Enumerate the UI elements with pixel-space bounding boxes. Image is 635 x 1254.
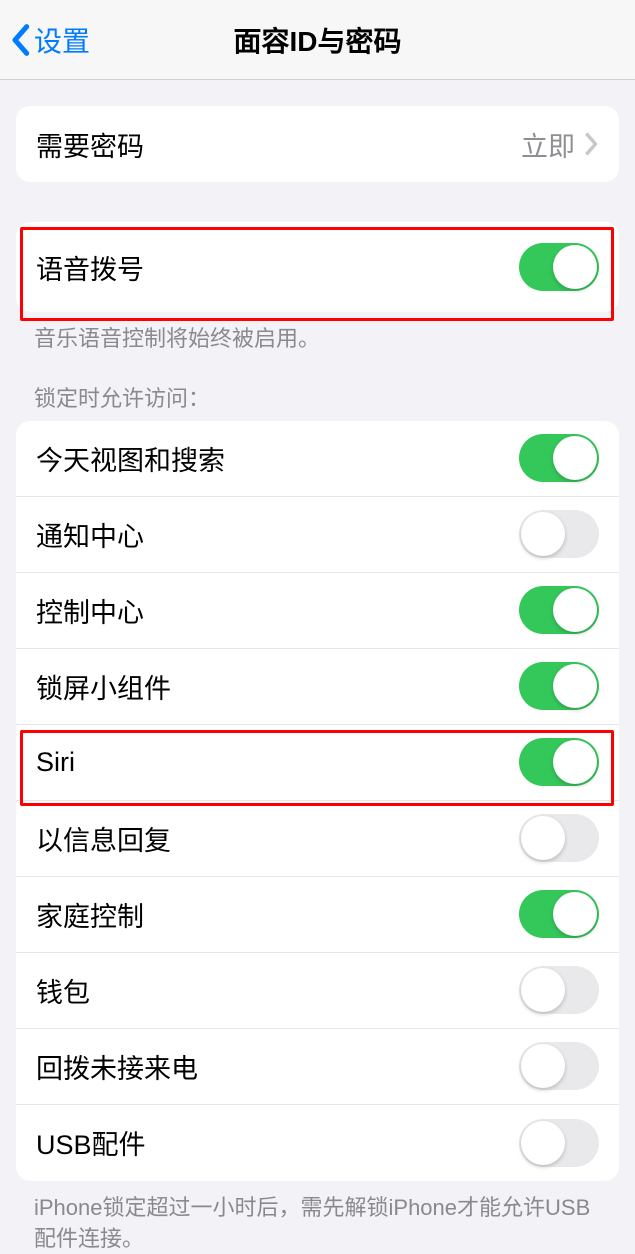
row-voice-dial: 语音拨号 (16, 222, 619, 312)
locked-item-label: 钱包 (36, 971, 90, 1010)
group-locked-access: 今天视图和搜索通知中心控制中心锁屏小组件 Siri 以信息回复家庭控制钱包回拨未接来… (16, 421, 619, 1181)
require-passcode-label: 需要密码 (36, 125, 144, 164)
toggle-knob (553, 664, 597, 708)
back-label: 设置 (34, 20, 90, 60)
locked-item-toggle[interactable] (519, 1119, 599, 1167)
locked-item-label: 通知中心 (36, 515, 144, 554)
locked-item-toggle[interactable] (519, 1042, 599, 1090)
toggle-knob (521, 816, 565, 860)
row-locked-item: 家庭控制 (16, 877, 619, 953)
locked-item-label: Siri (36, 747, 75, 778)
chevron-right-icon (585, 132, 599, 156)
toggle-knob (553, 436, 597, 480)
row-locked-item: 锁屏小组件 (16, 649, 619, 725)
require-passcode-value-group: 立即 (521, 125, 599, 164)
locked-item-toggle[interactable] (519, 434, 599, 482)
toggle-knob (553, 588, 597, 632)
toggle-knob (553, 892, 597, 936)
back-button[interactable]: 设置 (0, 20, 90, 60)
row-locked-item: 控制中心 (16, 573, 619, 649)
locked-item-label: 今天视图和搜索 (36, 439, 225, 478)
locked-item-label: USB配件 (36, 1123, 146, 1162)
voice-dial-label: 语音拨号 (36, 248, 144, 287)
row-locked-item: 回拨未接来电 (16, 1029, 619, 1105)
row-locked-item: 钱包 (16, 953, 619, 1029)
toggle-knob (553, 245, 597, 289)
voice-dial-footer: 音乐语音控制将始终被启用。 (0, 312, 635, 355)
locked-item-toggle[interactable] (519, 662, 599, 710)
group-voice-dial: 语音拨号 (16, 222, 619, 312)
locked-item-toggle[interactable] (519, 966, 599, 1014)
row-locked-item: 以信息回复 (16, 801, 619, 877)
toggle-knob (521, 968, 565, 1012)
row-require-passcode[interactable]: 需要密码 立即 (16, 106, 619, 182)
toggle-knob (521, 512, 565, 556)
locked-item-label: 以信息回复 (36, 819, 171, 858)
locked-item-toggle[interactable] (519, 814, 599, 862)
require-passcode-value: 立即 (521, 125, 575, 164)
row-locked-item: USB配件 (16, 1105, 619, 1181)
locked-item-label: 家庭控制 (36, 895, 144, 934)
group-require-passcode: 需要密码 立即 (16, 106, 619, 182)
locked-item-label: 控制中心 (36, 591, 144, 630)
locked-item-toggle[interactable] (519, 890, 599, 938)
locked-access-header: 锁定时允许访问： (0, 355, 635, 421)
page-title: 面容ID与密码 (233, 20, 401, 60)
nav-header: 设置 面容ID与密码 (0, 0, 635, 80)
toggle-knob (553, 740, 597, 784)
locked-item-toggle[interactable] (519, 738, 599, 786)
locked-item-label: 锁屏小组件 (36, 667, 171, 706)
locked-item-label: 回拨未接来电 (36, 1047, 198, 1086)
row-locked-item: 今天视图和搜索 (16, 421, 619, 497)
locked-item-toggle[interactable] (519, 586, 599, 634)
toggle-knob (521, 1044, 565, 1088)
voice-dial-toggle[interactable] (519, 243, 599, 291)
row-locked-item: Siri (16, 725, 619, 801)
row-locked-item: 通知中心 (16, 497, 619, 573)
locked-item-toggle[interactable] (519, 510, 599, 558)
usb-footer: iPhone锁定超过一小时后，需先解锁iPhone才能允许USB配件连接。 (0, 1181, 635, 1254)
toggle-knob (521, 1121, 565, 1165)
chevron-left-icon (10, 23, 30, 57)
